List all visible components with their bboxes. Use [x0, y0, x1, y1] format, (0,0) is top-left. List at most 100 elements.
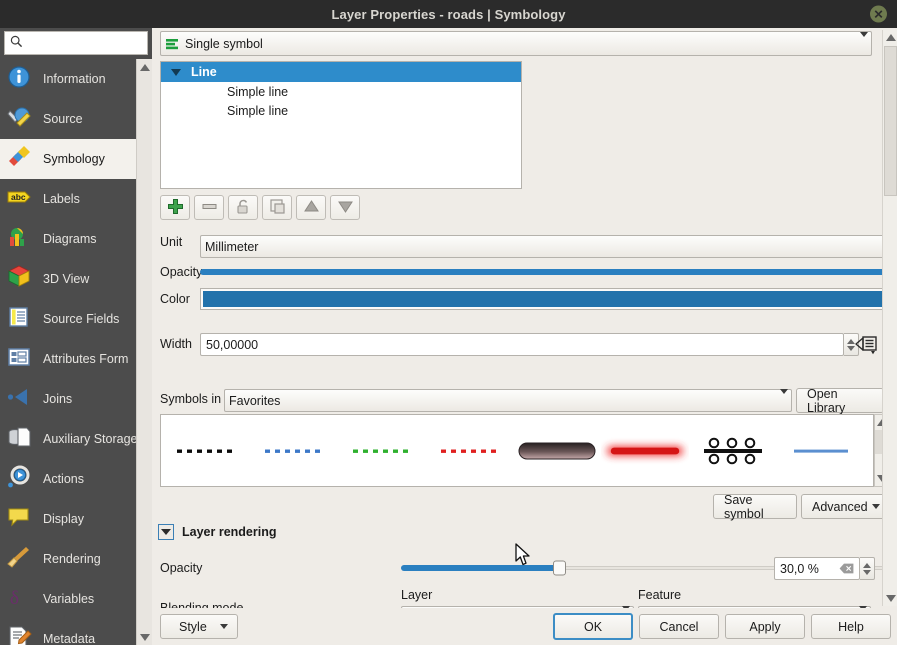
sidebar-scroll-down-icon[interactable]: [137, 629, 153, 645]
symbology-content: Single symbol Line Simple line Simple lin…: [152, 28, 897, 608]
color-label: Color: [160, 292, 190, 306]
symbol-entry-dark-gradient-road[interactable]: [513, 415, 601, 486]
symbol-layer-tree[interactable]: Line Simple line Simple line: [160, 61, 522, 189]
chevron-down-icon: [780, 388, 788, 408]
search-icon: [10, 35, 23, 51]
symbol-entry-simple-blue-line[interactable]: [777, 415, 865, 486]
clear-icon[interactable]: [839, 563, 854, 574]
blending-layer-label: Layer: [401, 588, 433, 602]
symbol-tree-root-label: Line: [191, 65, 217, 79]
blending-feature-label: Feature: [638, 588, 682, 602]
symbol-group-combo[interactable]: Favorites: [224, 388, 792, 412]
sidebar-item-rendering[interactable]: Rendering: [0, 539, 136, 579]
remove-symbol-layer-button[interactable]: [194, 195, 224, 220]
sidebar-item-label: Attributes Form: [43, 352, 129, 366]
width-value[interactable]: 50,00000: [200, 333, 844, 356]
sidebar-item-metadata[interactable]: Metadata: [0, 619, 136, 645]
sidebar-item-diagrams[interactable]: Diagrams: [0, 219, 136, 259]
layer-opacity-spinbox[interactable]: 30,0 %: [774, 557, 875, 580]
search-box[interactable]: [4, 31, 182, 55]
sidebar-item-information[interactable]: Information: [0, 59, 136, 99]
svg-text:abc: abc: [11, 192, 26, 202]
auxiliary-storage-icon: [7, 425, 37, 453]
sidebar-item-joins[interactable]: Joins: [0, 379, 136, 419]
sidebar-item-3d-view[interactable]: 3D View: [0, 259, 136, 299]
symbol-tree-item[interactable]: Simple line: [161, 82, 521, 101]
chevron-down-icon: [860, 31, 868, 51]
add-symbol-layer-button[interactable]: [160, 195, 190, 220]
layer-rendering-header[interactable]: Layer rendering: [158, 524, 276, 540]
close-icon[interactable]: ✕: [870, 5, 887, 23]
sidebar-item-labels[interactable]: abc Labels: [0, 179, 136, 219]
sidebar-item-source[interactable]: Source: [0, 99, 136, 139]
symbol-entry-dotted-green-line[interactable]: [337, 415, 425, 486]
data-defined-override-icon[interactable]: [854, 332, 880, 356]
move-up-button[interactable]: [296, 195, 326, 220]
layer-opacity-label: Opacity: [160, 561, 203, 575]
main-panel: Single symbol Line Simple line Simple lin…: [152, 28, 897, 645]
symbol-opacity-slider[interactable]: [200, 263, 897, 281]
sidebar: Information Source Symbology abc Labels Diagr…: [0, 28, 182, 645]
sidebar-item-auxiliary-storage[interactable]: Auxiliary Storage: [0, 419, 136, 459]
symbol-tree-item[interactable]: Simple line: [161, 101, 521, 120]
open-library-button[interactable]: Open Library: [796, 387, 884, 415]
symbol-entry-railway-line[interactable]: [689, 415, 777, 486]
advanced-button[interactable]: Advanced: [801, 494, 889, 519]
color-swatch-button[interactable]: [200, 288, 897, 310]
save-symbol-button[interactable]: Save symbol: [713, 493, 797, 521]
sidebar-scrollbar[interactable]: [136, 59, 153, 645]
symbol-gallery[interactable]: [160, 414, 874, 487]
symbol-entry-red-glow-line[interactable]: [601, 415, 689, 486]
cancel-button[interactable]: Cancel: [639, 614, 719, 639]
unit-label: Unit: [160, 235, 183, 249]
symbols-in-label: Symbols in: [160, 392, 222, 406]
symbology-brush-icon: [7, 145, 37, 173]
advanced-button-label: Advanced: [812, 499, 868, 514]
ok-button[interactable]: OK: [553, 613, 633, 640]
symbol-entry-dotted-blue-line[interactable]: [249, 415, 337, 486]
symbol-entry-dotted-black-line[interactable]: [161, 415, 249, 486]
single-symbol-icon: [165, 37, 179, 51]
sidebar-item-symbology[interactable]: Symbology: [0, 139, 136, 179]
layer-opacity-stepper[interactable]: [860, 557, 875, 580]
duplicate-layer-button[interactable]: [262, 195, 292, 220]
arrow-up-icon: [303, 198, 320, 218]
variables-epsilon-icon: δ: [7, 585, 37, 613]
sidebar-item-label: Symbology: [43, 152, 105, 166]
symbol-entry-dotted-red-line[interactable]: [425, 415, 513, 486]
layer-rendering-title: Layer rendering: [182, 525, 277, 539]
symbol-tree-children: Simple line Simple line: [161, 82, 521, 120]
move-down-button[interactable]: [330, 195, 360, 220]
arrow-down-icon: [337, 198, 354, 218]
sidebar-item-display[interactable]: Display: [0, 499, 136, 539]
sidebar-item-source-fields[interactable]: Source Fields: [0, 299, 136, 339]
dialog-footer: Style OK Cancel Apply Help: [152, 608, 897, 645]
width-spinbox[interactable]: 50,00000: [200, 333, 859, 356]
rendering-broom-icon: [7, 545, 37, 573]
sidebar-item-attributes-form[interactable]: Attributes Form: [0, 339, 136, 379]
expand-collapse-icon[interactable]: [161, 68, 191, 76]
sidebar-item-actions[interactable]: Actions: [0, 459, 136, 499]
plus-icon: [167, 198, 184, 218]
sidebar-scroll-up-icon[interactable]: [137, 59, 153, 75]
help-button[interactable]: Help: [811, 614, 891, 639]
panel-scrollbar[interactable]: [882, 30, 897, 606]
slider-handle[interactable]: [553, 560, 567, 576]
unit-combo[interactable]: Millimeter: [200, 235, 897, 258]
sidebar-item-variables[interactable]: δ Variables: [0, 579, 136, 619]
lock-layer-button[interactable]: [228, 195, 258, 220]
panel-scroll-thumb[interactable]: [884, 46, 897, 196]
sidebar-item-label: Variables: [43, 592, 95, 606]
sidebar-item-label: 3D View: [43, 272, 90, 286]
renderer-type-combo[interactable]: Single symbol: [160, 31, 872, 56]
symbol-tree-root-row[interactable]: Line: [161, 62, 521, 82]
panel-scroll-down-icon[interactable]: [883, 591, 897, 606]
window-titlebar: Layer Properties - roads | Symbology ✕: [0, 0, 897, 28]
style-button[interactable]: Style: [160, 614, 238, 639]
sidebar-item-label: Source Fields: [43, 312, 120, 326]
renderer-type-label: Single symbol: [185, 36, 263, 51]
apply-button[interactable]: Apply: [725, 614, 805, 639]
panel-scroll-up-icon[interactable]: [883, 30, 897, 45]
layer-opacity-value[interactable]: 30,0 %: [780, 562, 819, 576]
collapse-toggle-icon[interactable]: [158, 524, 174, 540]
